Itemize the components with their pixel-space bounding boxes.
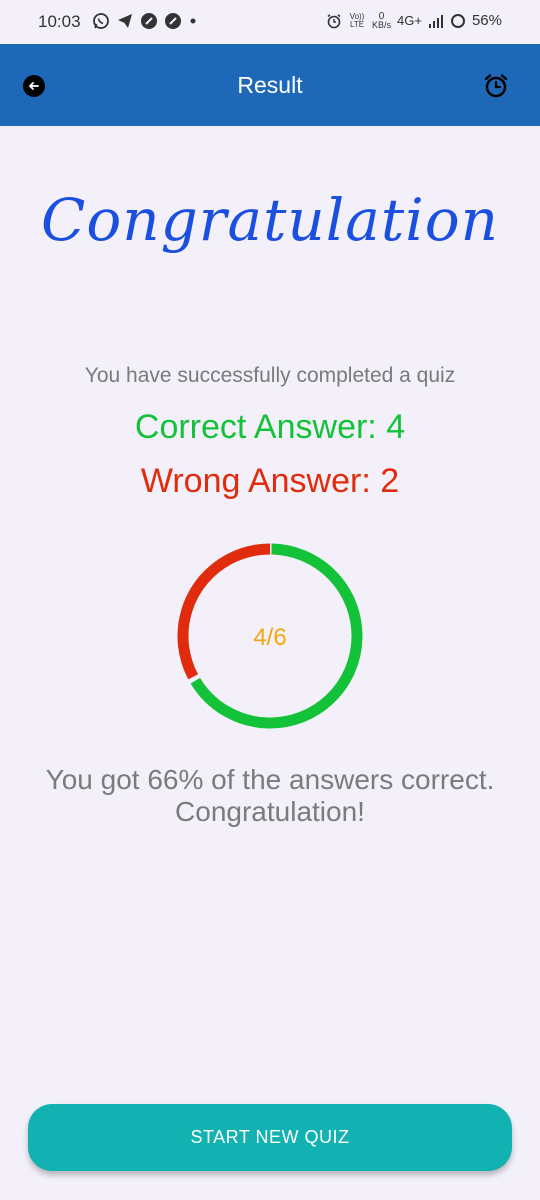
status-bar: 10:03 Vo)) LTE 0 KB/s 4G+ 56%: [0, 0, 540, 44]
score-summary-line-1: You got 66% of the answers correct.: [45, 764, 495, 795]
alarm-status-icon: [327, 13, 341, 28]
battery-icon: [450, 13, 465, 28]
score-fraction: 4/6: [253, 624, 287, 651]
congratulation-headline: Congratulation: [40, 186, 499, 254]
notification-icons: [92, 12, 198, 30]
signal-icon: [428, 14, 443, 28]
app-notification-icon: [141, 13, 157, 29]
network-type: 4G+: [397, 13, 422, 28]
wrong-answer-count: Wrong Answer: 2: [140, 462, 400, 500]
completion-message: You have successfully completed a quiz: [84, 364, 456, 387]
score-summary-line-2: Congratulation!: [175, 796, 365, 827]
app-bar: Result: [0, 44, 540, 126]
data-rate: 0 KB/s: [372, 11, 392, 30]
correct-answer-count: Correct Answer: 4: [134, 408, 406, 446]
score-ring: 4/6: [172, 538, 368, 734]
volte-indicator: Vo)) LTE: [349, 11, 365, 29]
page-title: Result: [237, 72, 303, 98]
alarm-button[interactable]: [482, 72, 510, 100]
app-notification-icon: [165, 13, 181, 29]
start-new-quiz-button[interactable]: START NEW QUIZ: [28, 1104, 512, 1171]
whatsapp-icon: [93, 13, 109, 29]
status-time: 10:03: [38, 12, 81, 31]
telegram-icon: [118, 14, 132, 28]
score-summary: You got 66% of the answers correct. Cong…: [0, 764, 540, 828]
battery-percentage: 56%: [471, 12, 502, 29]
alarm-clock-icon: [484, 74, 508, 98]
more-notifications-dot-icon: [190, 18, 196, 24]
data-rate-unit: KB/s: [372, 19, 392, 30]
status-right: Vo)) LTE 0 KB/s 4G+ 56%: [326, 11, 502, 30]
